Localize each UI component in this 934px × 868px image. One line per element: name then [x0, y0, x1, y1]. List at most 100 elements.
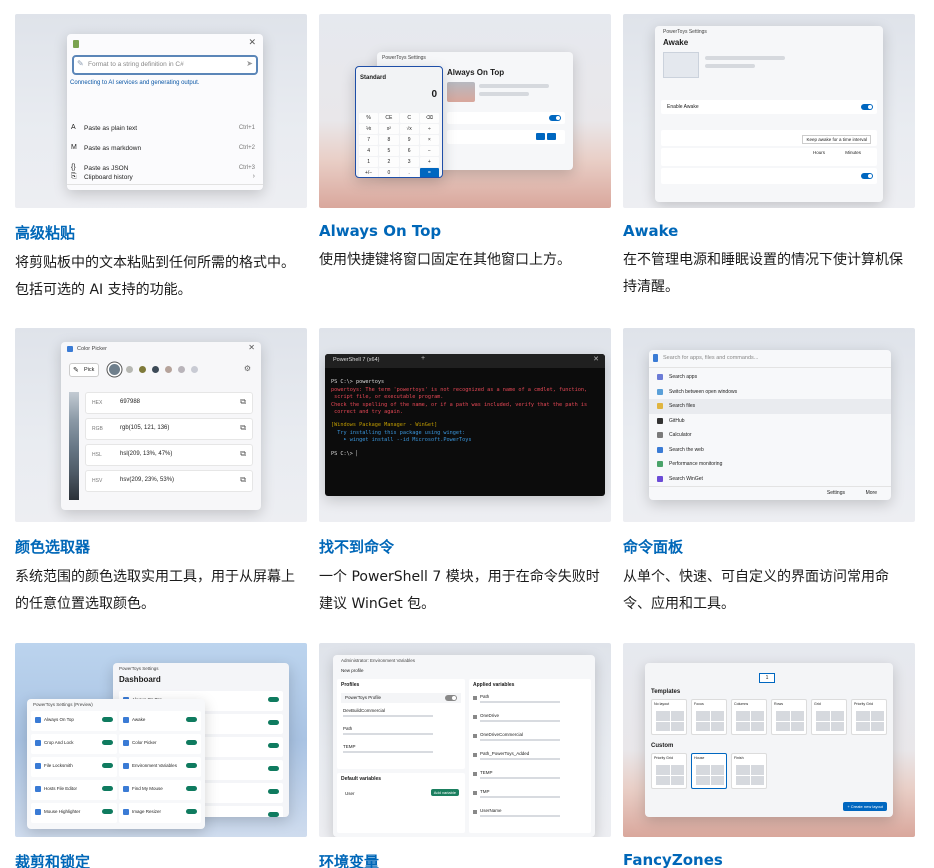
create-layout-button[interactable]: + Create new layout — [843, 802, 887, 811]
module-card[interactable]: Find My Mouse — [119, 780, 201, 800]
module-card[interactable]: Awake — [119, 711, 201, 731]
mode-dropdown[interactable]: Keep awake for a time interval — [802, 135, 871, 144]
palette-item[interactable]: Search files — [649, 399, 891, 414]
terminal-tab[interactable]: PowerShell 7 (x64) — [333, 357, 379, 363]
module-card[interactable]: Environment Variables — [119, 757, 201, 777]
module-toggle[interactable] — [186, 786, 197, 791]
module-card[interactable]: File Locksmith — [31, 757, 117, 777]
layout-card[interactable]: No layout — [651, 699, 687, 735]
palette-item[interactable]: Performance monitoring — [649, 457, 891, 472]
module-toggle[interactable] — [268, 697, 279, 702]
card-title[interactable]: Awake — [623, 222, 915, 240]
format-row[interactable]: HSV hsv(209, 23%, 53%) ⧉ — [85, 470, 253, 492]
format-row[interactable]: RGB rgb(105, 121, 136) ⧉ — [85, 418, 253, 440]
variable-row[interactable]: Path — [343, 725, 459, 743]
palette-item[interactable]: Search WinGet — [649, 472, 891, 487]
format-row[interactable]: HSL hsl(209, 13%, 47%) ⧉ — [85, 444, 253, 466]
thumbnail-fancyzones[interactable]: 1 Templates No layout Focus Columns Rows Gri… — [623, 643, 915, 837]
thumbnail-advanced-paste[interactable]: ✕ ✎ Format to a string definition in C# … — [15, 14, 307, 208]
thumbnail-command-palette[interactable]: Search for apps, files and commands... S… — [623, 328, 915, 522]
keep-screen-toggle[interactable] — [861, 173, 873, 179]
keep-screen-row[interactable] — [661, 168, 877, 184]
palette-item[interactable]: GitHub — [649, 414, 891, 429]
module-toggle[interactable] — [268, 812, 279, 817]
palette-item[interactable]: Calculator — [649, 428, 891, 443]
calc-key[interactable]: 3 — [399, 157, 419, 167]
calc-key[interactable]: 8 — [379, 135, 399, 145]
more-link[interactable]: More — [866, 490, 877, 496]
variable-row[interactable]: Path_PowerToys_Added — [473, 750, 587, 769]
shortcut-row[interactable] — [447, 130, 565, 144]
new-tab-icon[interactable]: + — [421, 355, 425, 362]
module-card[interactable]: Image Resizer — [119, 803, 201, 823]
layout-card[interactable]: Finish — [731, 753, 767, 789]
variable-row[interactable]: TEMP — [473, 769, 587, 788]
palette-search[interactable]: Search for apps, files and commands... — [649, 350, 891, 368]
card-title[interactable]: 裁剪和锁定 — [15, 851, 307, 868]
copy-icon[interactable]: ⧉ — [240, 397, 246, 407]
color-swatch[interactable] — [109, 364, 120, 375]
module-toggle[interactable] — [102, 740, 113, 745]
module-card[interactable]: Mouse Highlighter — [31, 803, 117, 823]
profile-row[interactable]: PowerToys Profile — [341, 693, 461, 703]
copy-icon[interactable]: ⧉ — [240, 475, 246, 485]
calc-key[interactable]: CE — [379, 113, 399, 123]
enable-row[interactable] — [447, 112, 565, 124]
module-card[interactable]: Hosts File Editor — [31, 780, 117, 800]
module-toggle[interactable] — [186, 809, 197, 814]
enable-awake-toggle[interactable] — [861, 104, 873, 110]
clipboard-history-row[interactable]: ⎘ Clipboard history › — [67, 169, 263, 187]
settings-link[interactable]: Settings — [827, 490, 845, 496]
color-swatch[interactable] — [191, 366, 198, 373]
palette-item[interactable]: Search apps — [649, 370, 891, 385]
variable-row[interactable]: DevBuildCommercial — [343, 707, 459, 725]
color-swatch[interactable] — [126, 366, 133, 373]
module-toggle[interactable] — [186, 763, 197, 768]
pick-button[interactable]: ✎ Pick — [69, 363, 99, 377]
calc-key[interactable]: % — [359, 113, 379, 123]
calc-key[interactable]: 7 — [359, 135, 379, 145]
card-title[interactable]: 高级粘贴 — [15, 222, 307, 243]
calc-key[interactable]: 0 — [379, 168, 399, 177]
module-toggle[interactable] — [268, 743, 279, 748]
layout-card[interactable]: Grid — [811, 699, 847, 735]
color-swatch[interactable] — [139, 366, 146, 373]
thumbnail-crop-and-lock[interactable]: PowerToys Settings Dashboard Always On T… — [15, 643, 307, 837]
module-card[interactable]: Color Picker — [119, 734, 201, 754]
layout-card[interactable]: Rows — [771, 699, 807, 735]
close-icon[interactable]: ✕ — [593, 355, 599, 363]
module-toggle[interactable] — [102, 763, 113, 768]
calc-key[interactable]: 5 — [379, 146, 399, 156]
color-swatch[interactable] — [152, 366, 159, 373]
thumbnail-always-on-top[interactable]: PowerToys Settings Always On Top Standar… — [319, 14, 611, 208]
calc-key[interactable]: √x — [399, 124, 419, 134]
variable-row[interactable]: TMP — [473, 788, 587, 807]
module-toggle[interactable] — [186, 717, 197, 722]
palette-item[interactable]: Switch between open windows — [649, 385, 891, 400]
module-toggle[interactable] — [268, 766, 279, 771]
calc-key[interactable]: 9 — [399, 135, 419, 145]
module-toggle[interactable] — [186, 740, 197, 745]
variable-row[interactable]: TEMP — [343, 743, 459, 761]
module-toggle[interactable] — [268, 720, 279, 725]
add-variable-button[interactable]: Add variable — [430, 789, 459, 796]
layout-card[interactable]: Focus — [691, 699, 727, 735]
menu-item[interactable]: A Paste as plain text Ctrl+1 — [67, 119, 263, 139]
variable-row[interactable]: Path — [473, 693, 587, 712]
mode-row[interactable]: Keep awake for a time interval — [661, 130, 877, 146]
card-title[interactable]: Always On Top — [319, 222, 611, 240]
card-title[interactable]: 颜色选取器 — [15, 536, 307, 557]
menu-item[interactable]: M Paste as markdown Ctrl+2 — [67, 139, 263, 159]
module-toggle[interactable] — [102, 717, 113, 722]
module-toggle[interactable] — [102, 786, 113, 791]
calc-key[interactable]: 6 — [399, 146, 419, 156]
card-title[interactable]: 命令面板 — [623, 536, 915, 557]
new-profile-button[interactable]: New profile — [341, 668, 364, 673]
calc-key[interactable]: ⅟x — [359, 124, 379, 134]
card-title[interactable]: FancyZones — [623, 851, 915, 868]
variable-row[interactable]: OneDriveCommercial — [473, 731, 587, 750]
prompt-input[interactable]: ✎ Format to a string definition in C# ➤ — [72, 55, 258, 75]
copy-icon[interactable]: ⧉ — [240, 449, 246, 459]
layout-card[interactable]: Priority Grid — [651, 753, 687, 789]
thumbnail-command-not-found[interactable]: PowerShell 7 (x64) + ✕ PS C:\> powertoys… — [319, 328, 611, 522]
